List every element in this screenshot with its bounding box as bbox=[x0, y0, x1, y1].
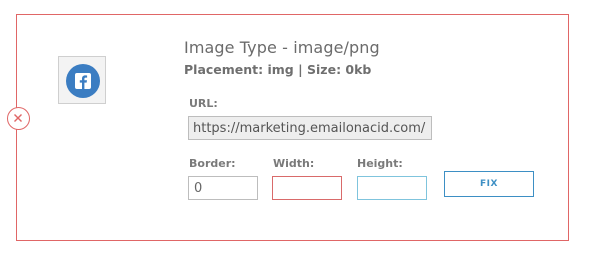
facebook-icon bbox=[66, 64, 100, 98]
fix-button[interactable]: FIX bbox=[444, 171, 534, 197]
width-field[interactable] bbox=[272, 176, 342, 200]
height-label: Height: bbox=[357, 157, 403, 170]
url-field[interactable] bbox=[188, 116, 432, 140]
border-label: Border: bbox=[189, 157, 236, 170]
border-field[interactable] bbox=[188, 176, 258, 200]
url-label: URL: bbox=[189, 97, 218, 110]
image-thumbnail bbox=[58, 56, 106, 104]
placement-size-info: Placement: img | Size: 0kb bbox=[184, 62, 372, 77]
image-type-title: Image Type - image/png bbox=[184, 38, 380, 57]
height-field[interactable] bbox=[357, 176, 427, 200]
remove-button[interactable] bbox=[7, 107, 30, 130]
close-circle-icon bbox=[14, 114, 22, 122]
width-label: Width: bbox=[273, 157, 315, 170]
